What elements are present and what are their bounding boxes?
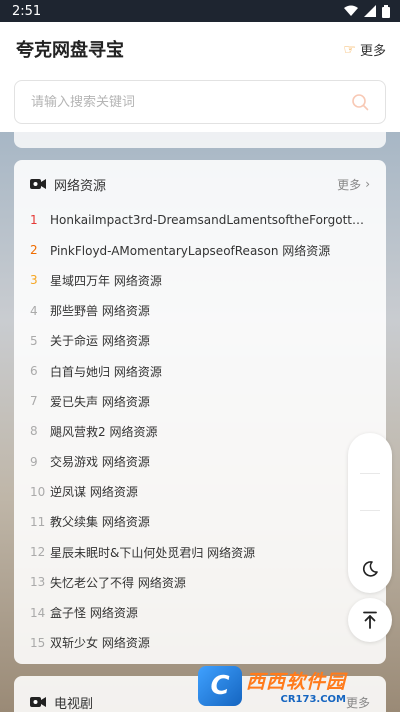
list-item[interactable]: 8 飓风营救2 网络资源	[30, 416, 370, 446]
app-header: 夸克网盘寻宝 ☞ 更多	[0, 22, 400, 132]
rank-number: 2	[30, 243, 38, 258]
rank-number: 6	[30, 364, 38, 379]
watermark-logo-mark: C	[198, 666, 242, 706]
status-bar: 2:51	[0, 0, 400, 22]
search-icon[interactable]	[351, 93, 369, 111]
list-item[interactable]: 15 双斩少女 网络资源	[30, 628, 370, 658]
signal-icon	[364, 5, 376, 17]
rank-number: 3	[30, 273, 38, 288]
watermark-url: CR173.COM	[280, 694, 347, 705]
rank-number: 8	[30, 424, 38, 439]
watermark-logo: C 西西软件园 CR173.COM	[198, 664, 394, 708]
header-more-label: 更多	[359, 44, 386, 59]
item-title: 爱已失声 网络资源	[50, 394, 150, 409]
dark-mode-button[interactable]	[348, 549, 392, 589]
rank-number: 7	[30, 394, 38, 409]
list-item[interactable]: 11 教父续集 网络资源	[30, 507, 370, 537]
list-item[interactable]: 2 PinkFloyd-AMomentaryLapseofReason 网络资源	[30, 235, 370, 265]
moon-icon	[362, 561, 378, 577]
status-time: 2:51	[12, 3, 42, 19]
rank-number: 15	[30, 635, 46, 650]
rank-number: 1	[30, 213, 38, 228]
rank-number: 14	[30, 605, 46, 620]
item-title: PinkFloyd-AMomentaryLapseofReason 网络资源	[50, 243, 331, 258]
chevron-right-icon: ›	[365, 177, 370, 191]
card-more-label: 更多	[337, 177, 362, 192]
item-title: 教父续集 网络资源	[50, 515, 150, 530]
item-title: 交易游戏 网络资源	[50, 455, 150, 470]
list-item[interactable]: 6 白首与她归 网络资源	[30, 356, 370, 386]
item-title: 星辰未眠时&下山何处觅君归 网络资源	[50, 545, 256, 560]
watermark-text: 西西软件园 CR173.COM	[246, 667, 346, 705]
search-input[interactable]	[31, 94, 351, 110]
video-camera-icon	[30, 697, 46, 707]
toolbar-slot[interactable]	[348, 511, 392, 547]
back-to-top-button[interactable]	[348, 598, 392, 642]
list-item[interactable]: 10 逆凤谋 网络资源	[30, 477, 370, 507]
card-header: 网络资源 更多 ›	[30, 174, 370, 194]
list-item[interactable]: 1 HonkaiImpact3rd-DreamsandLamentsoftheFo…	[30, 205, 370, 235]
app-title: 夸克网盘寻宝	[16, 40, 124, 61]
rank-number: 9	[30, 454, 38, 469]
previous-card-edge	[14, 132, 386, 148]
item-title: HonkaiImpact3rd-DreamsandLamentsoftheFor…	[50, 213, 370, 228]
rank-number: 12	[30, 545, 46, 560]
rank-list: 1 HonkaiImpact3rd-DreamsandLamentsoftheFo…	[30, 205, 370, 658]
rank-number: 11	[30, 514, 46, 529]
item-title: 白首与她归 网络资源	[50, 364, 162, 379]
rank-number: 5	[30, 333, 38, 348]
watermark-name: 西西软件园	[246, 671, 347, 693]
list-item[interactable]: 13 失忆老公了不得 网络资源	[30, 567, 370, 597]
list-item[interactable]: 9 交易游戏 网络资源	[30, 447, 370, 477]
floating-toolbar	[348, 433, 392, 593]
item-title: 星域四万年 网络资源	[50, 273, 162, 288]
search-box[interactable]	[14, 80, 386, 124]
item-title: 那些野兽 网络资源	[50, 304, 150, 319]
item-title: 关于命运 网络资源	[50, 334, 150, 349]
network-resources-card: 网络资源 更多 › 1 HonkaiImpact3rd-DreamsandLame…	[14, 160, 386, 664]
video-camera-icon	[30, 179, 46, 189]
arrow-up-to-top-icon	[363, 611, 377, 629]
list-item[interactable]: 7 爱已失声 网络资源	[30, 386, 370, 416]
toolbar-slot[interactable]	[348, 473, 392, 509]
card-title: 电视剧	[54, 696, 94, 712]
list-item[interactable]: 5 关于命运 网络资源	[30, 326, 370, 356]
item-title: 飓风营救2 网络资源	[50, 424, 158, 439]
battery-icon	[382, 4, 390, 18]
rank-number: 10	[30, 484, 46, 499]
toolbar-slot[interactable]	[348, 435, 392, 471]
rank-number: 4	[30, 303, 38, 318]
rank-number: 13	[30, 575, 46, 590]
list-item[interactable]: 14 盒子怪 网络资源	[30, 597, 370, 627]
status-icons	[344, 4, 390, 18]
item-title: 双斩少女 网络资源	[50, 636, 150, 651]
card-title: 网络资源	[54, 178, 107, 194]
pointing-hand-icon: ☞	[343, 41, 356, 58]
list-item[interactable]: 4 那些野兽 网络资源	[30, 296, 370, 326]
list-item[interactable]: 3 星域四万年 网络资源	[30, 265, 370, 295]
item-title: 逆凤谋 网络资源	[50, 485, 138, 500]
wifi-icon	[344, 5, 358, 16]
item-title: 失忆老公了不得 网络资源	[50, 575, 186, 590]
item-title: 盒子怪 网络资源	[50, 606, 138, 621]
card-more-button[interactable]: 更多 ›	[337, 176, 370, 193]
header-more-button[interactable]: ☞ 更多	[343, 40, 386, 60]
list-item[interactable]: 12 星辰未眠时&下山何处觅君归 网络资源	[30, 537, 370, 567]
